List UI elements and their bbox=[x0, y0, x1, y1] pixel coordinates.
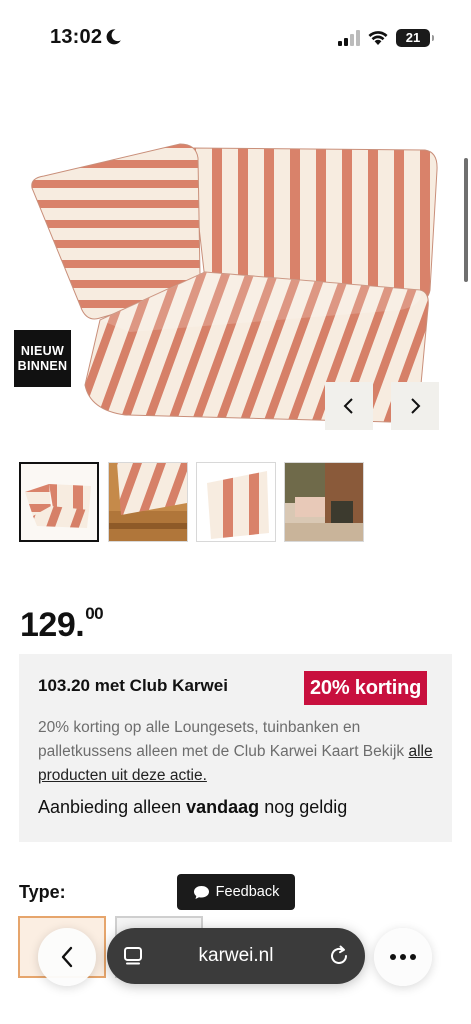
more-options-button[interactable] bbox=[374, 928, 432, 986]
more-dot bbox=[390, 954, 396, 960]
gallery-next-button[interactable] bbox=[391, 382, 439, 430]
thumbnail-image bbox=[21, 464, 97, 540]
thumbnail-2[interactable] bbox=[108, 462, 188, 542]
chat-bubble-icon bbox=[193, 885, 209, 899]
address-bar[interactable]: karwei.nl bbox=[107, 928, 365, 984]
scroll-indicator[interactable] bbox=[464, 158, 468, 282]
price-whole: 129. bbox=[20, 606, 85, 644]
thumbnail-4[interactable] bbox=[284, 462, 364, 542]
deal-validity: Aanbieding alleen vandaag nog geldig bbox=[38, 797, 347, 818]
product-image[interactable] bbox=[30, 140, 440, 425]
promo-description-text: 20% korting op alle Loungesets, tuinbank… bbox=[38, 719, 405, 760]
badge-line-2: BINNEN bbox=[17, 358, 68, 373]
deal-day: vandaag bbox=[186, 797, 260, 817]
gallery-prev-button[interactable] bbox=[325, 382, 373, 430]
promo-description: 20% korting op alle Loungesets, tuinbank… bbox=[38, 716, 438, 788]
status-bar: 13:02 21 bbox=[0, 0, 471, 70]
more-dot bbox=[410, 954, 416, 960]
type-label: Type: bbox=[19, 882, 66, 902]
moon-icon bbox=[106, 29, 121, 45]
thumbnail-image bbox=[285, 463, 363, 541]
feedback-button[interactable]: Feedback bbox=[177, 874, 295, 910]
price-cents: 00 bbox=[85, 604, 104, 623]
chevron-left-icon bbox=[61, 946, 73, 968]
battery-level: 21 bbox=[405, 30, 421, 45]
status-time: 13:02 bbox=[50, 26, 103, 48]
thumbnail-1[interactable] bbox=[19, 462, 99, 542]
promo-box: 103.20 met Club Karwei 20% korting 20% k… bbox=[19, 654, 452, 842]
wifi-icon bbox=[368, 31, 388, 45]
browser-back-button[interactable] bbox=[38, 928, 96, 986]
thumbnail-image bbox=[109, 463, 187, 541]
chevron-left-icon bbox=[343, 398, 353, 414]
thumbnail-image bbox=[197, 463, 275, 541]
badge-line-1: NIEUW bbox=[20, 343, 65, 358]
deal-suffix: nog geldig bbox=[264, 797, 348, 817]
product-price: 129.00 bbox=[20, 604, 104, 645]
new-badge: NIEUW BINNEN bbox=[14, 330, 71, 387]
feedback-label: Feedback bbox=[215, 884, 280, 900]
reload-icon[interactable] bbox=[327, 944, 351, 968]
thumbnail-3[interactable] bbox=[196, 462, 276, 542]
more-dot bbox=[400, 954, 406, 960]
discount-badge: 20% korting bbox=[304, 671, 428, 705]
signal-icon bbox=[338, 30, 360, 46]
deal-prefix: Aanbieding alleen bbox=[38, 797, 182, 817]
club-price: 103.20 met Club Karwei bbox=[38, 676, 228, 695]
battery-icon: 21 bbox=[396, 29, 434, 47]
chevron-right-icon bbox=[411, 398, 421, 414]
